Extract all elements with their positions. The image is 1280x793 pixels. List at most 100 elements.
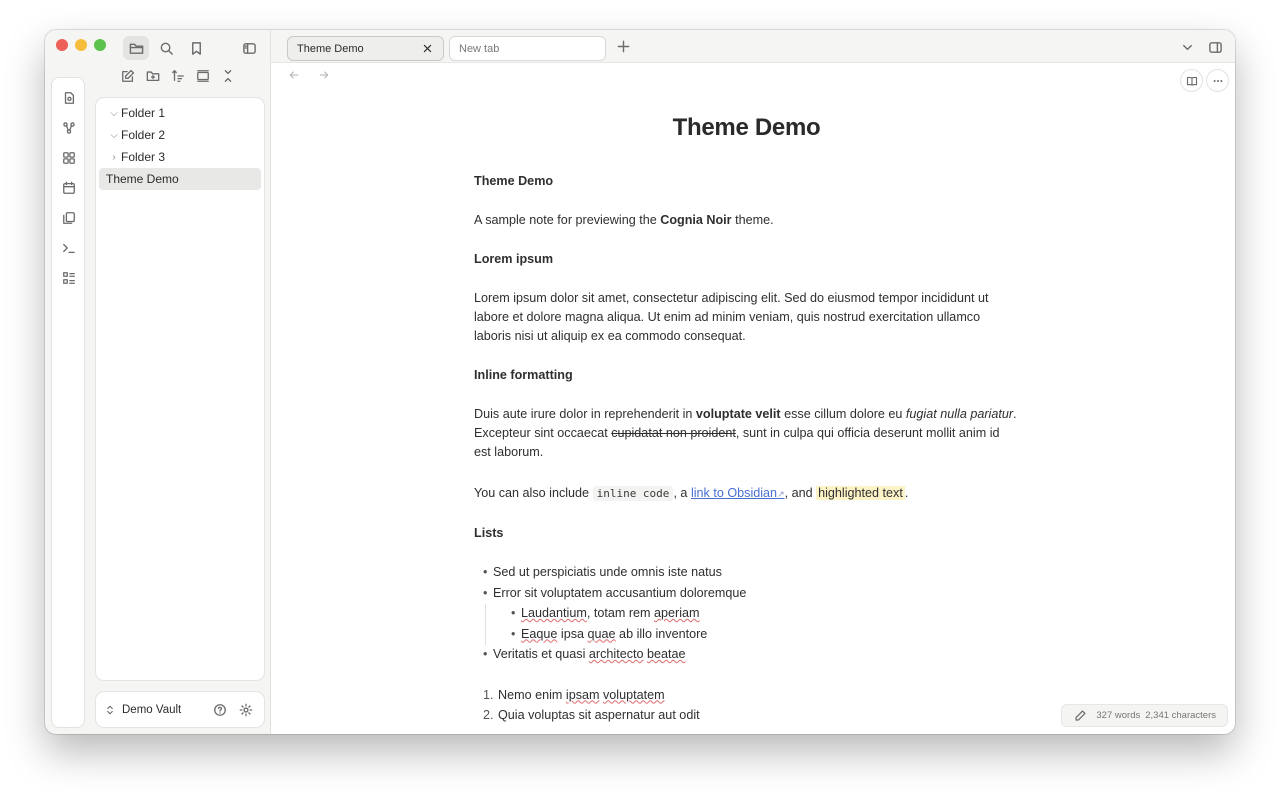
- right-sidebar-toggle-icon[interactable]: [1206, 38, 1224, 56]
- tree-item-label: Folder 3: [121, 150, 166, 164]
- zoom-window-button[interactable]: [94, 39, 106, 51]
- text-run: Quia voluptas sit aspernatur aut odit: [498, 708, 700, 722]
- bases-icon[interactable]: [60, 269, 78, 287]
- numbered-list: 1. Nemo enim ipsam voluptatem 2. Quia volu…: [474, 686, 1019, 727]
- heading-inline-formatting: Inline formatting: [474, 368, 573, 382]
- help-icon[interactable]: [210, 700, 230, 720]
- text-run: architecto: [588, 647, 644, 661]
- text-run: Nemo enim: [498, 687, 566, 702]
- tab-bar-actions: [1178, 38, 1224, 56]
- tree-item-label: Theme Demo: [106, 172, 179, 186]
- list-item: Veritatis et quasi architecto beatae: [474, 645, 1019, 666]
- heading-lorem-ipsum: Lorem ipsum: [474, 252, 554, 266]
- word-count: 327 words: [1096, 710, 1141, 721]
- minimize-window-button[interactable]: [75, 39, 87, 51]
- daily-note-icon[interactable]: [60, 179, 78, 197]
- sort-icon[interactable]: [170, 68, 186, 84]
- inline-code: inline code: [592, 486, 674, 501]
- text-run: esse cillum dolore eu: [780, 407, 906, 421]
- tree-folder-3[interactable]: › Folder 3: [99, 146, 261, 168]
- editor-pane: Theme Demo New tab Theme Demo Theme Demo…: [270, 30, 1235, 734]
- new-note-icon[interactable]: [120, 68, 136, 84]
- status-bar: 327 words 2,341 characters: [1061, 704, 1228, 727]
- tab-bar: Theme Demo New tab: [271, 30, 1235, 63]
- text-run: voluptatem: [602, 687, 665, 702]
- character-count: 2,341 characters: [1145, 710, 1216, 721]
- open-quick-switcher-icon[interactable]: [60, 89, 78, 107]
- tab-new-tab[interactable]: New tab: [449, 36, 606, 61]
- vault-switcher[interactable]: Demo Vault: [95, 691, 265, 728]
- text-run: aperiam: [654, 606, 700, 620]
- italic-text: fugiat nulla pariatur: [905, 407, 1014, 421]
- list-number: 1.: [483, 687, 494, 702]
- collapse-all-icon[interactable]: [220, 68, 236, 84]
- nested-list-item: Laudantium, totam rem aperiam: [486, 604, 1019, 625]
- list-item: 2. Quia voluptas sit aspernatur aut odit: [474, 706, 1019, 727]
- file-tree: ⌵ Folder 1 ⌵ Folder 2 › Folder 3 Theme D…: [95, 97, 265, 681]
- external-link-icon: ↗: [777, 489, 785, 499]
- close-window-button[interactable]: [56, 39, 68, 51]
- tree-folder-1[interactable]: ⌵ Folder 1: [99, 102, 261, 124]
- history-nav: [287, 68, 331, 82]
- text-run: ab illo inventore: [615, 626, 708, 641]
- new-folder-icon[interactable]: [145, 68, 161, 84]
- window-controls: [56, 39, 106, 51]
- arrow-right-icon[interactable]: [317, 68, 331, 82]
- text-run: Laudantium: [521, 606, 587, 620]
- sidebar-tab-icons: [123, 36, 209, 60]
- tree-folder-2[interactable]: ⌵ Folder 2: [99, 124, 261, 146]
- tab-label: Theme Demo: [297, 42, 364, 55]
- templates-icon[interactable]: [60, 209, 78, 227]
- command-palette-icon[interactable]: [60, 239, 78, 257]
- text-run: , and: [784, 486, 817, 500]
- text-run: ipsam: [565, 687, 600, 702]
- lorem-paragraph: Lorem ipsum dolor sit amet, consectetur …: [474, 291, 989, 343]
- intro-text-end: theme.: [731, 213, 774, 227]
- text-run: ipsa: [557, 626, 588, 641]
- app-window: ⌵ Folder 1 ⌵ Folder 2 › Folder 3 Theme D…: [45, 30, 1235, 734]
- reading-view-book-icon[interactable]: [1180, 69, 1203, 92]
- tab-list-chevron-down-icon[interactable]: [1178, 38, 1196, 56]
- tab-label: New tab: [459, 42, 500, 55]
- bold-text: voluptate velit: [695, 407, 781, 421]
- bookmark-icon[interactable]: [183, 36, 209, 60]
- list-item: Error sit voluptatem accusantium dolorem…: [474, 584, 1019, 605]
- more-options-icon[interactable]: [1206, 69, 1229, 92]
- external-link[interactable]: link to Obsidian↗: [691, 486, 785, 500]
- view-actions: [1180, 69, 1229, 92]
- list-item: 1. Nemo enim ipsam voluptatem: [474, 686, 1019, 707]
- text-run: .: [904, 486, 909, 500]
- arrow-left-icon[interactable]: [287, 68, 301, 82]
- inline-title[interactable]: Theme Demo: [474, 116, 1019, 156]
- folder-icon[interactable]: [123, 36, 149, 60]
- chevron-up-down-icon: [104, 700, 116, 720]
- sidebar-toggle-icon[interactable]: [236, 36, 262, 60]
- intro-bold-text: Cognia Noir: [660, 213, 732, 227]
- note-content[interactable]: Theme Demo Theme Demo A sample note for …: [474, 110, 1019, 727]
- list-item: Sed ut perspiciatis unde omnis iste natu…: [474, 563, 1019, 584]
- bullet-list: Sed ut perspiciatis unde omnis iste natu…: [474, 563, 1019, 604]
- nested-list-item: Eaque ipsa quae ab illo inventore: [486, 625, 1019, 646]
- auto-reveal-icon[interactable]: [195, 68, 211, 84]
- tab-theme-demo[interactable]: Theme Demo: [287, 36, 444, 61]
- text-run: Duis aute irure dolor in reprehenderit i…: [474, 407, 696, 421]
- text-run: , a: [673, 486, 691, 500]
- text-run: You can also include: [474, 486, 593, 500]
- search-icon[interactable]: [153, 36, 179, 60]
- highlighted-text: highlighted text: [816, 486, 905, 500]
- link-text: link to Obsidian: [690, 486, 778, 500]
- intro-text: A sample note for previewing the: [474, 213, 661, 227]
- text-run: Eaque: [521, 626, 558, 641]
- graph-view-icon[interactable]: [60, 119, 78, 137]
- vault-name: Demo Vault: [122, 703, 182, 716]
- canvas-icon[interactable]: [60, 149, 78, 167]
- tree-file-theme-demo[interactable]: Theme Demo: [99, 168, 261, 190]
- close-icon[interactable]: [420, 41, 434, 55]
- chevron-right-icon: ›: [112, 151, 116, 163]
- intro-paragraph: A sample note for previewing the Cognia …: [474, 211, 1019, 230]
- tree-item-label: Folder 1: [121, 106, 166, 120]
- settings-gear-icon[interactable]: [236, 700, 256, 720]
- heading-lists: Lists: [474, 526, 504, 540]
- new-tab-plus-icon[interactable]: [614, 37, 632, 55]
- pencil-icon[interactable]: [1072, 708, 1088, 724]
